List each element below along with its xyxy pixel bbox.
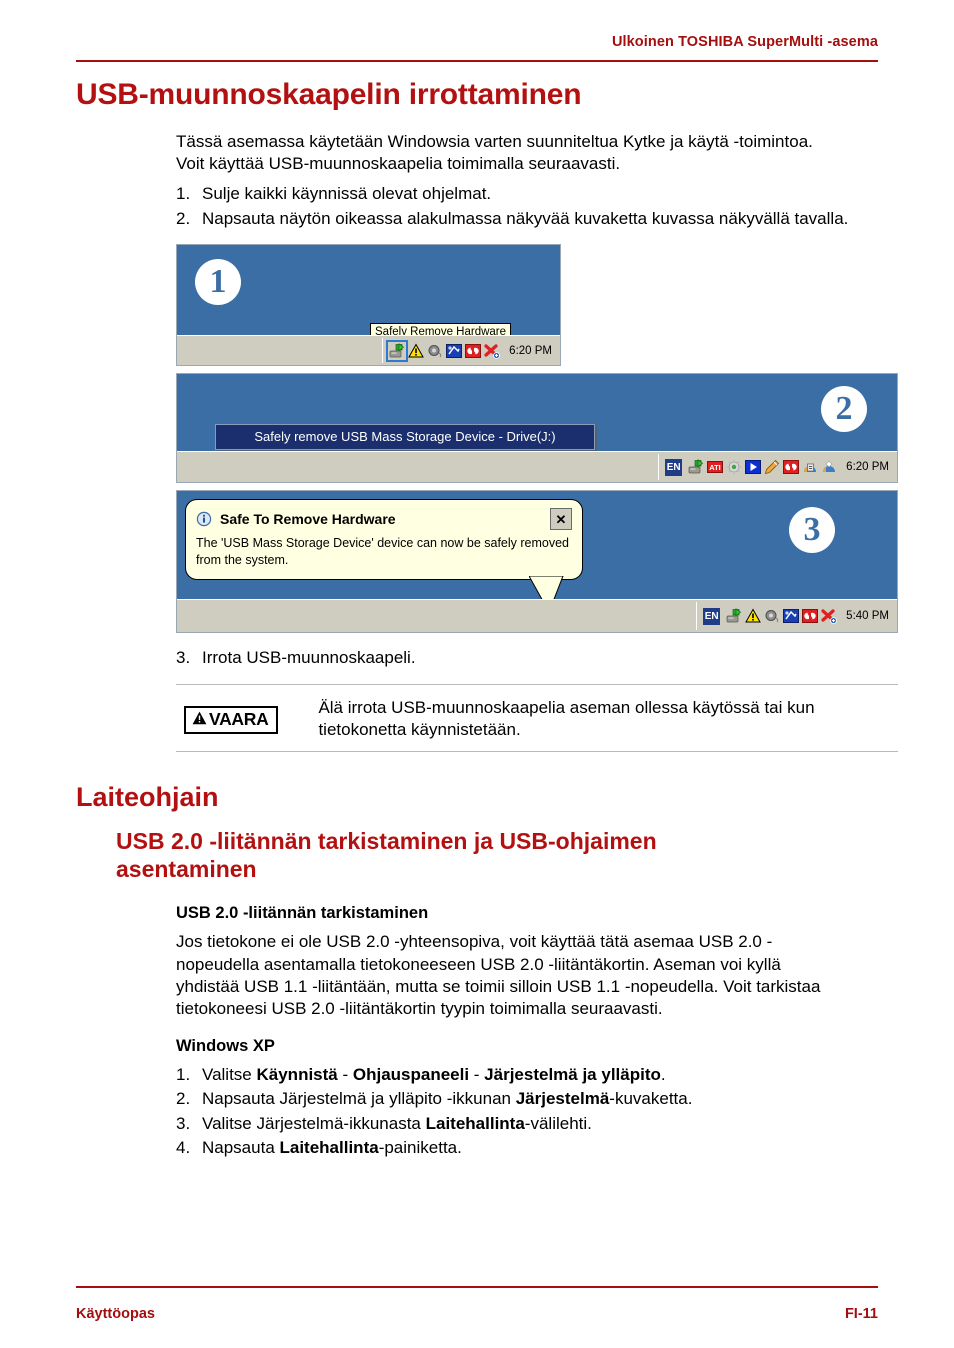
step-number: 2. bbox=[176, 208, 191, 228]
step-text: Napsauta Järjestelmä ja ylläpito -ikkuna… bbox=[202, 1089, 693, 1109]
page-number: FI-11 bbox=[844, 1306, 878, 1322]
ati-icon[interactable]: ATI bbox=[707, 459, 724, 475]
list-item: 1. Valitse Käynnistä - Ohjauspaneeli - J… bbox=[176, 1064, 856, 1086]
procedure-steps-top: 1. Sulje kaikki käynnissä olevat ohjelma… bbox=[176, 183, 856, 230]
printer-icon[interactable] bbox=[802, 459, 818, 475]
page-content: USB-muunnoskaapelin irrottaminen Tässä a… bbox=[76, 70, 898, 1162]
step-number: 1. bbox=[176, 1064, 191, 1084]
antivirus-icon[interactable] bbox=[802, 608, 819, 624]
windows-xp-steps: 1. Valitse Käynnistä - Ohjauspaneeli - J… bbox=[176, 1064, 856, 1160]
step-text: Irrota USB-muunnoskaapeli. bbox=[202, 648, 416, 668]
usb-compatibility-paragraph: Jos tietokone ei ole USB 2.0 -yhteensopi… bbox=[176, 932, 821, 1019]
danger-badge-label: VAARA bbox=[209, 708, 269, 729]
windows-taskbar[interactable]: EN ATI 6:20 PM bbox=[177, 451, 897, 483]
windows-taskbar[interactable]: EN 5:40 PM bbox=[177, 599, 897, 633]
gear-icon[interactable] bbox=[726, 459, 742, 475]
antivirus-icon[interactable] bbox=[465, 343, 482, 359]
windows-update-icon[interactable] bbox=[821, 459, 837, 475]
warning-text: Älä irrota USB-muunnoskaapelia aseman ol… bbox=[318, 697, 815, 740]
antivirus-icon[interactable] bbox=[783, 459, 800, 475]
danger-badge: VAARA bbox=[184, 705, 279, 734]
step-badge-1: 1 bbox=[195, 259, 241, 306]
disconnected-network-icon[interactable] bbox=[821, 608, 838, 625]
system-tray[interactable]: EN ATI 6:20 PM bbox=[658, 454, 893, 481]
disconnected-network-icon[interactable] bbox=[484, 343, 501, 359]
page-footer: Käyttöopas FI-11 bbox=[76, 1306, 878, 1322]
safe-to-remove-balloon: Safe To Remove Hardware ✕ The 'USB Mass … bbox=[185, 499, 583, 580]
close-icon[interactable]: ✕ bbox=[550, 508, 572, 531]
step-text: Valitse Käynnistä - Ohjauspaneeli - Järj… bbox=[202, 1064, 666, 1084]
step-number: 3. bbox=[176, 1113, 191, 1133]
svg-text:ATI: ATI bbox=[709, 463, 721, 472]
step-number: 4. bbox=[176, 1138, 191, 1158]
balloon-header: Safe To Remove Hardware ✕ bbox=[196, 508, 572, 531]
warning-icon[interactable] bbox=[745, 608, 762, 624]
step-number: 2. bbox=[176, 1089, 191, 1109]
safely-remove-hardware-icon[interactable] bbox=[386, 339, 409, 362]
warning-triangle-icon bbox=[192, 710, 207, 729]
safely-remove-usb-menu-item[interactable]: Safely remove USB Mass Storage Device - … bbox=[215, 424, 595, 451]
volume-icon[interactable] bbox=[764, 608, 780, 624]
section-heading-laiteohjain: Laiteohjain bbox=[76, 781, 219, 812]
step-text: Napsauta Laitehallinta-painiketta. bbox=[202, 1138, 462, 1158]
step-text: Napsauta näytön oikeassa alakulmassa näk… bbox=[202, 208, 849, 228]
os-heading-windows-xp: Windows XP bbox=[176, 1036, 275, 1055]
step-number: 1. bbox=[176, 184, 191, 204]
system-tray[interactable]: EN 5:40 PM bbox=[696, 602, 893, 631]
procedure-step-3: 3. Irrota USB-muunnoskaapeli. bbox=[176, 647, 856, 669]
clock-label: 5:40 PM bbox=[846, 610, 889, 623]
list-item: 1. Sulje kaikki käynnissä olevat ohjelma… bbox=[176, 183, 856, 205]
windows-taskbar[interactable]: 6:20 PM bbox=[177, 335, 560, 366]
step-number: 3. bbox=[176, 648, 191, 668]
network-icon[interactable] bbox=[783, 608, 800, 624]
footer-rule bbox=[76, 1286, 878, 1288]
step-badge-3: 3 bbox=[789, 507, 835, 554]
step-text: Sulje kaikki käynnissä olevat ohjelmat. bbox=[202, 184, 492, 204]
figure-panel-2: 2 Safely remove USB Mass Storage Device … bbox=[176, 373, 898, 484]
safely-remove-hardware-icon[interactable] bbox=[688, 459, 704, 475]
list-item: 4. Napsauta Laitehallinta-painiketta. bbox=[176, 1137, 856, 1159]
info-icon bbox=[196, 511, 212, 527]
footer-document-label: Käyttöopas bbox=[76, 1306, 155, 1322]
media-player-icon[interactable] bbox=[745, 459, 762, 475]
document-page: Ulkoinen TOSHIBA SuperMulti -asema USB-m… bbox=[0, 0, 954, 1348]
header-rule bbox=[76, 60, 878, 62]
step-text: Valitse Järjestelmä-ikkunasta Laitehalli… bbox=[202, 1113, 592, 1133]
warning-icon[interactable] bbox=[408, 343, 425, 359]
intro-paragraph: Tässä asemassa käytetään Windowsia varte… bbox=[176, 131, 813, 173]
balloon-message: The 'USB Mass Storage Device' device can… bbox=[196, 536, 570, 567]
language-indicator[interactable]: EN bbox=[665, 458, 683, 476]
list-item: 2. Napsauta näytön oikeassa alakulmassa … bbox=[176, 208, 856, 230]
list-item: 3. Valitse Järjestelmä-ikkunasta Laiteha… bbox=[176, 1113, 856, 1135]
system-tray[interactable]: 6:20 PM bbox=[382, 338, 556, 364]
network-icon[interactable] bbox=[446, 343, 463, 359]
pencil-icon[interactable] bbox=[764, 459, 780, 475]
warning-callout: VAARA Älä irrota USB-muunnoskaapelia ase… bbox=[176, 683, 898, 752]
page-header: Ulkoinen TOSHIBA SuperMulti -asema bbox=[76, 34, 878, 51]
volume-icon[interactable] bbox=[427, 343, 443, 359]
safely-remove-hardware-icon[interactable] bbox=[726, 608, 742, 624]
language-indicator[interactable]: EN bbox=[703, 607, 721, 625]
step-badge-2: 2 bbox=[821, 386, 867, 433]
subsection-heading: USB 2.0 -liitännän tarkistaminen ja USB-… bbox=[116, 827, 657, 883]
figure-group: 1 Safely Remove Hardware 6:20 PM 2 Safel… bbox=[176, 244, 898, 634]
list-item: 3. Irrota USB-muunnoskaapeli. bbox=[176, 647, 856, 669]
header-title: Ulkoinen TOSHIBA SuperMulti -asema bbox=[611, 34, 878, 50]
clock-label: 6:20 PM bbox=[846, 461, 889, 474]
balloon-title: Safe To Remove Hardware bbox=[220, 511, 396, 528]
page-title: USB-muunnoskaapelin irrottaminen bbox=[76, 78, 582, 111]
figure-panel-1: 1 Safely Remove Hardware 6:20 PM bbox=[176, 244, 561, 367]
sub-subsection-heading: USB 2.0 -liitännän tarkistaminen bbox=[176, 904, 429, 923]
list-item: 2. Napsauta Järjestelmä ja ylläpito -ikk… bbox=[176, 1088, 856, 1110]
clock-label: 6:20 PM bbox=[509, 344, 552, 357]
figure-panel-3: 3 Safe To Remove Hardware ✕ The 'USB Mas… bbox=[176, 490, 898, 634]
